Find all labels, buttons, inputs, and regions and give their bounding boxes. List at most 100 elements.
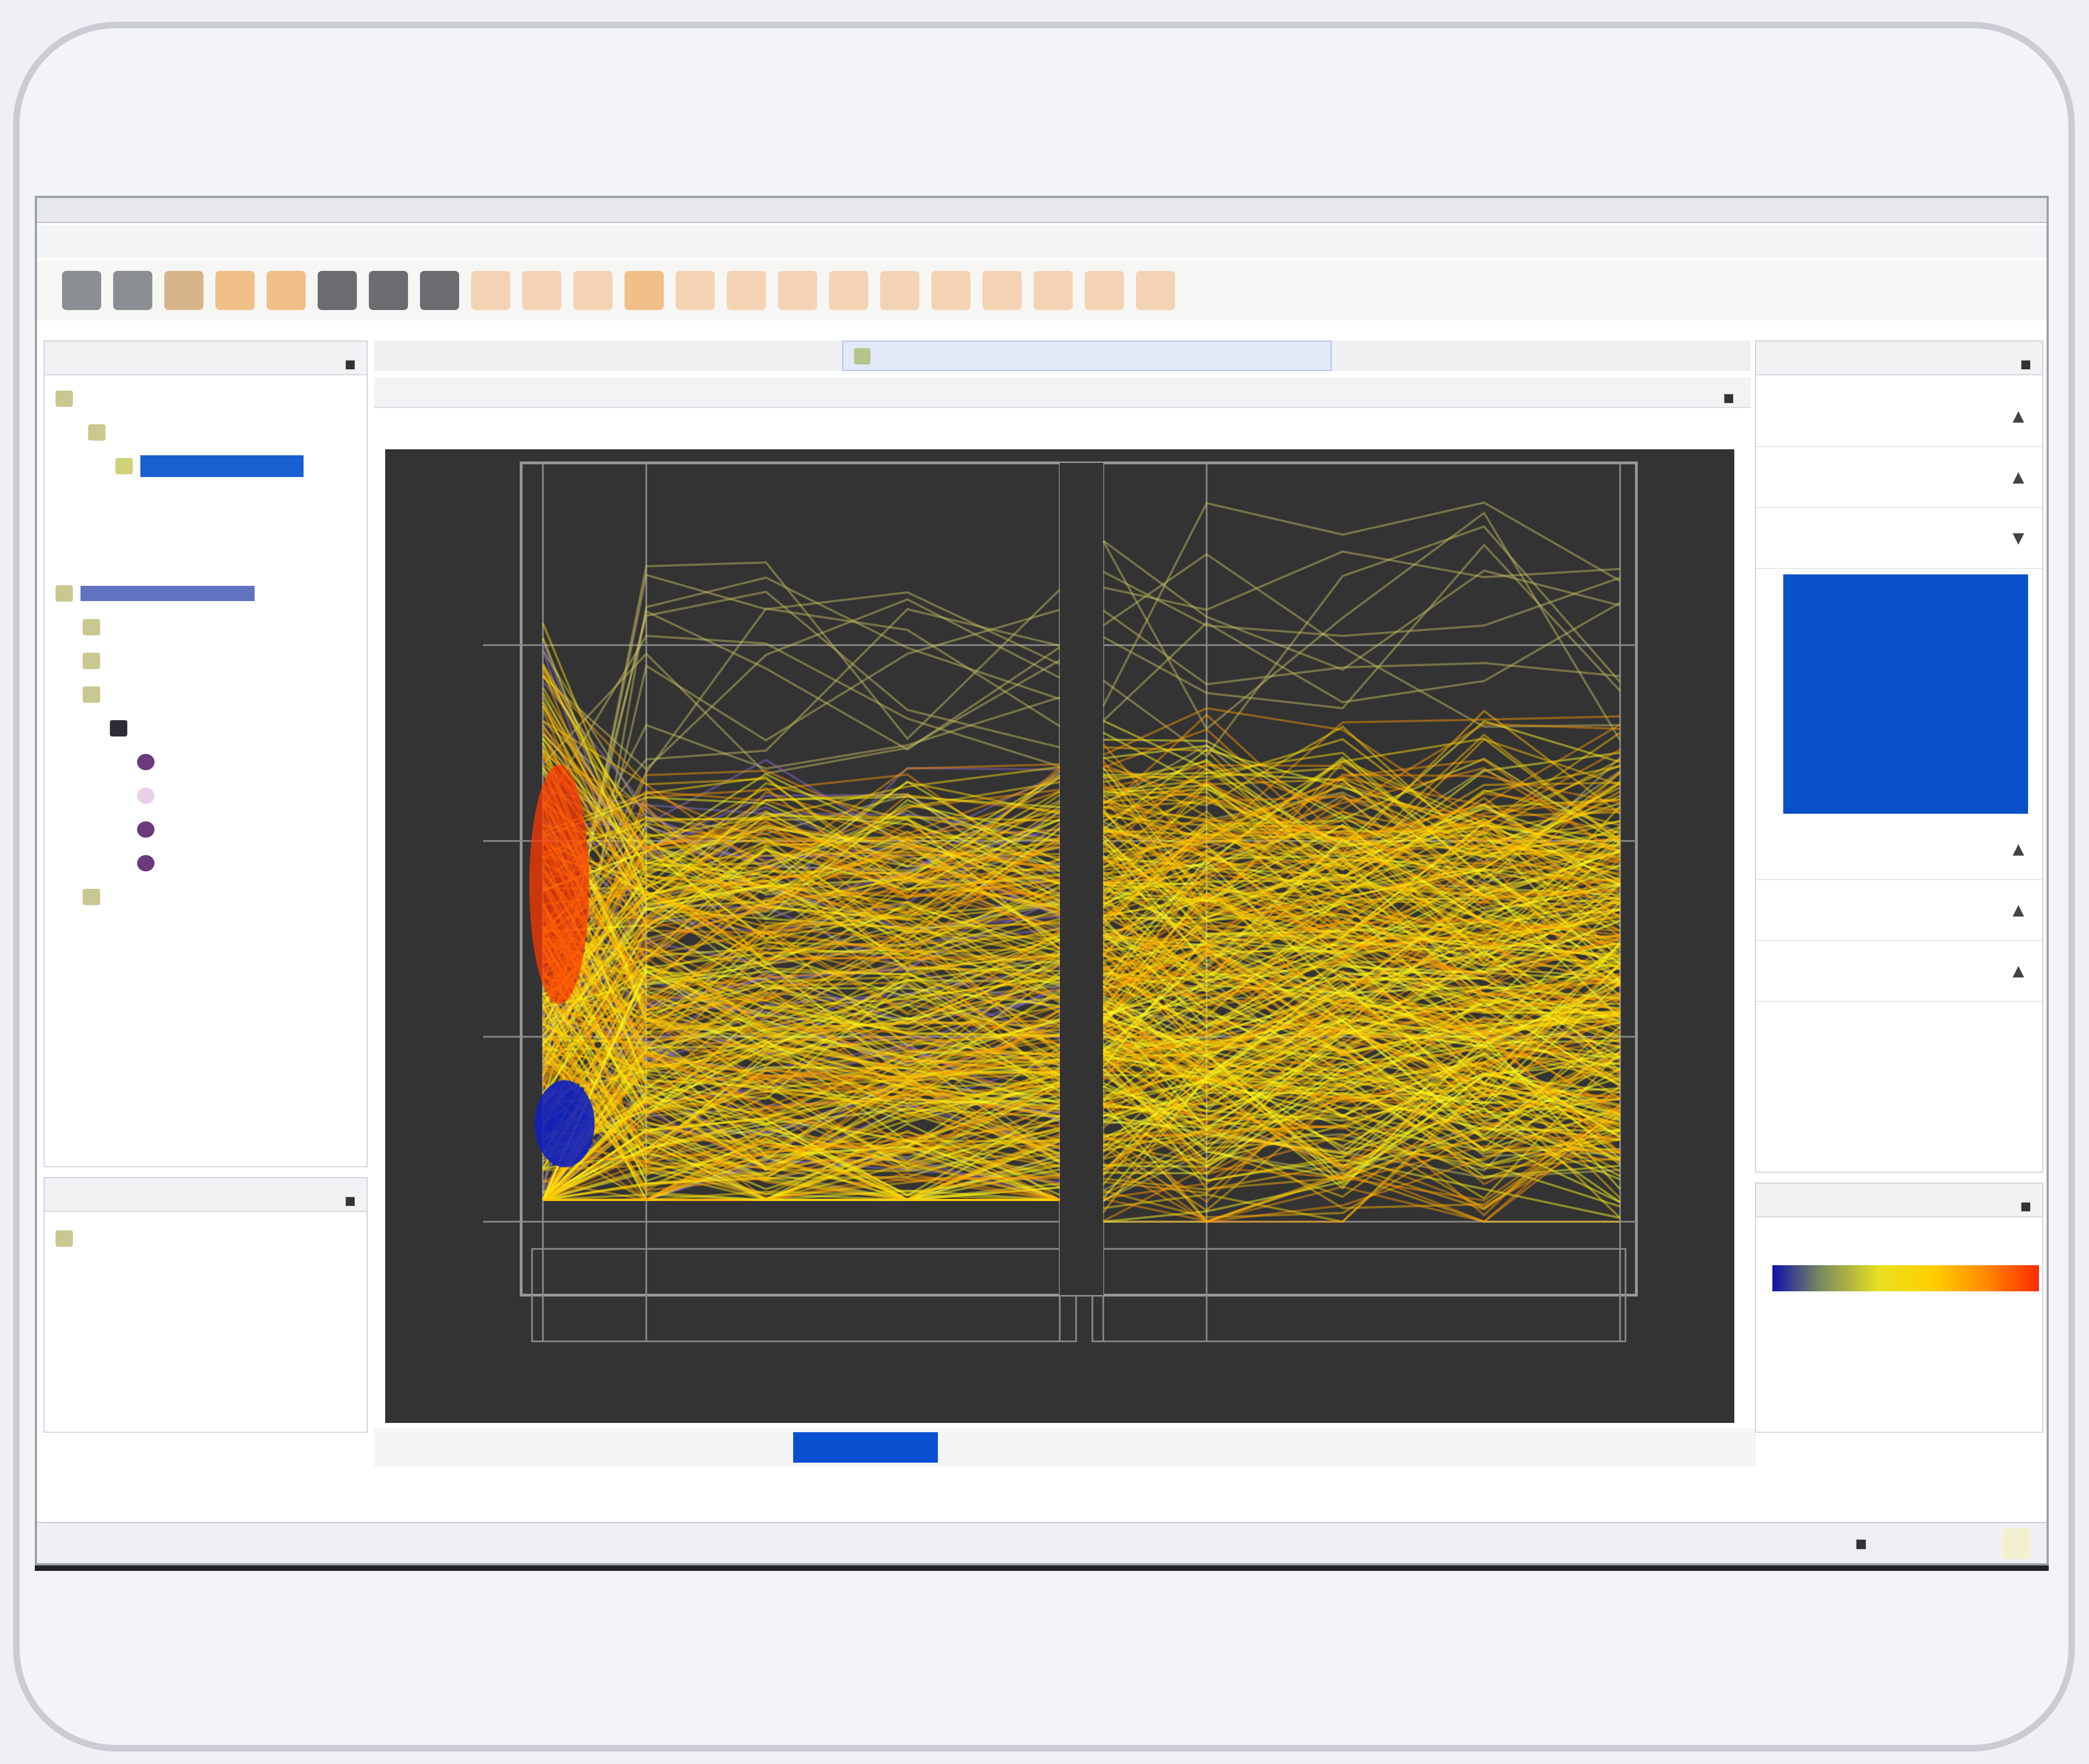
workflow-item-utilities[interactable]: ▲: [1756, 941, 2042, 1002]
toolbar-button-icon[interactable]: [1085, 271, 1124, 310]
toolbar-button-icon[interactable]: [522, 271, 561, 310]
tree-row[interactable]: [55, 381, 367, 414]
workflow-panel: ■ ▲ ▲ ▼ ▲ ▲ ▲: [1755, 341, 2043, 1173]
tree-row[interactable]: [55, 845, 367, 879]
experiment-icon: [854, 348, 870, 364]
tree-row[interactable]: [55, 744, 367, 778]
plot-panel-header: ■: [374, 377, 1751, 408]
chevron-icon: ▼: [2008, 527, 2028, 549]
toolbar-button-icon[interactable]: [829, 271, 868, 310]
view-tab[interactable]: [1223, 1432, 1346, 1463]
pin-icon[interactable]: ■: [344, 1185, 356, 1217]
item-icon: [137, 788, 154, 804]
view-tab[interactable]: [385, 1432, 508, 1463]
pin-icon[interactable]: ■: [2020, 1190, 2031, 1223]
toolbar-button-icon[interactable]: [1136, 271, 1175, 310]
toolbar-button-icon[interactable]: [727, 271, 766, 310]
toolbar-button-icon[interactable]: [267, 271, 306, 310]
experiment-link[interactable]: [81, 586, 255, 602]
view-tab[interactable]: [1087, 1432, 1210, 1463]
tree-row[interactable]: [55, 812, 367, 845]
low-value-cluster: [535, 1080, 595, 1167]
view-tab[interactable]: [793, 1432, 938, 1463]
color-scale-bar: [1772, 1265, 2039, 1291]
view-tabs: [374, 1428, 1756, 1466]
legend-panel: ■: [1755, 1183, 2043, 1433]
menu-bar: [37, 225, 2047, 258]
item-icon: [137, 754, 154, 771]
tree-row[interactable]: [55, 448, 367, 482]
tree-row[interactable]: [55, 609, 367, 643]
tree-row[interactable]: [55, 1221, 367, 1254]
toolbar-button-icon[interactable]: [931, 271, 971, 310]
item-icon: [137, 821, 154, 838]
view-tab[interactable]: [657, 1432, 780, 1463]
memory-indicator: [2002, 1528, 2030, 1559]
tree-row[interactable]: [55, 677, 367, 710]
tree-row[interactable]: [55, 575, 367, 609]
view-tab[interactable]: [1359, 1432, 1482, 1463]
toolbar-button-icon[interactable]: [164, 271, 203, 310]
folder-icon: [83, 653, 100, 670]
profile-line: [542, 598, 1060, 771]
toolbar-button-icon[interactable]: [369, 271, 408, 310]
folder-icon: [55, 391, 73, 407]
view-tab[interactable]: [521, 1432, 644, 1463]
tree-row[interactable]: [55, 879, 367, 913]
toolbar-button-icon[interactable]: [62, 271, 101, 310]
toolbar-button-icon[interactable]: [113, 271, 152, 310]
chevron-icon: ▲: [2008, 838, 2028, 860]
workflow-item-class-prediction[interactable]: ▲: [1756, 819, 2042, 880]
chevron-icon: ▲: [2008, 899, 2028, 921]
toolbar-button-icon[interactable]: [215, 271, 255, 310]
dataset-icon: [110, 720, 127, 737]
item-icon: [137, 855, 154, 872]
toolbar-button-icon[interactable]: [778, 271, 817, 310]
workflow-header: ■: [1756, 342, 2042, 375]
folder-icon: [88, 424, 106, 441]
editor-tab[interactable]: [842, 341, 1332, 371]
toolbar-button-icon[interactable]: [471, 271, 510, 310]
plot-canvas: [483, 461, 1638, 1342]
toolbar-button-icon[interactable]: [318, 271, 357, 310]
parallel-coordinates-plot[interactable]: [385, 449, 1734, 1423]
pin-icon[interactable]: ■: [1723, 383, 1734, 413]
left-bottom-panel: ■: [44, 1177, 368, 1433]
experiment-icon: [55, 585, 73, 602]
high-value-cluster: [529, 765, 589, 1004]
workflow-item-experiment-setup[interactable]: ▲: [1756, 386, 2042, 447]
toolbar-button-icon[interactable]: [880, 271, 919, 310]
profile-line: [1102, 553, 1621, 728]
folder-icon: [83, 686, 100, 703]
document-icon: [115, 458, 133, 475]
project-tree: [45, 375, 367, 482]
window-titlebar: [37, 198, 2047, 223]
tree-row[interactable]: [55, 710, 367, 744]
chevron-icon: ▲: [2008, 466, 2028, 488]
view-tab[interactable]: [951, 1432, 1074, 1463]
tree-row[interactable]: [55, 643, 367, 677]
workflow-item-results-interpretation[interactable]: ▲: [1756, 880, 2042, 941]
pin-icon[interactable]: ■: [2020, 348, 2031, 381]
toolbar-button-icon[interactable]: [982, 271, 1022, 310]
toolbar: [37, 261, 2047, 320]
toolbar-button-icon[interactable]: [625, 271, 664, 310]
workflow-item-quality-control[interactable]: ▲: [1756, 447, 2042, 508]
panel-gap: [1060, 463, 1103, 1295]
project-navigator-header: ■: [45, 342, 367, 375]
project-navigator-panel: ■: [44, 341, 368, 1167]
tree-row[interactable]: [55, 778, 367, 812]
analysis-steps-list[interactable]: [1783, 574, 2028, 814]
folder-icon: [83, 619, 100, 636]
toolbar-button-icon[interactable]: [676, 271, 715, 310]
workflow-item-analysis[interactable]: ▼: [1756, 508, 2042, 569]
workflow-list: ▲ ▲ ▼ ▲ ▲ ▲: [1756, 375, 2042, 1002]
toolbar-button-icon[interactable]: [420, 271, 459, 310]
toolbar-button-icon[interactable]: [1034, 271, 1073, 310]
left-bottom-tree: [45, 1212, 367, 1254]
toolbar-button-icon[interactable]: [573, 271, 613, 310]
application-window: ■ ■ ■ ■ ▲ ▲ ▼ ▲ ▲ ▲ ■ ■: [35, 196, 2049, 1565]
notification-icon[interactable]: ■: [1855, 1523, 1867, 1564]
tree-row[interactable]: [55, 414, 367, 448]
pin-icon[interactable]: ■: [344, 348, 356, 381]
